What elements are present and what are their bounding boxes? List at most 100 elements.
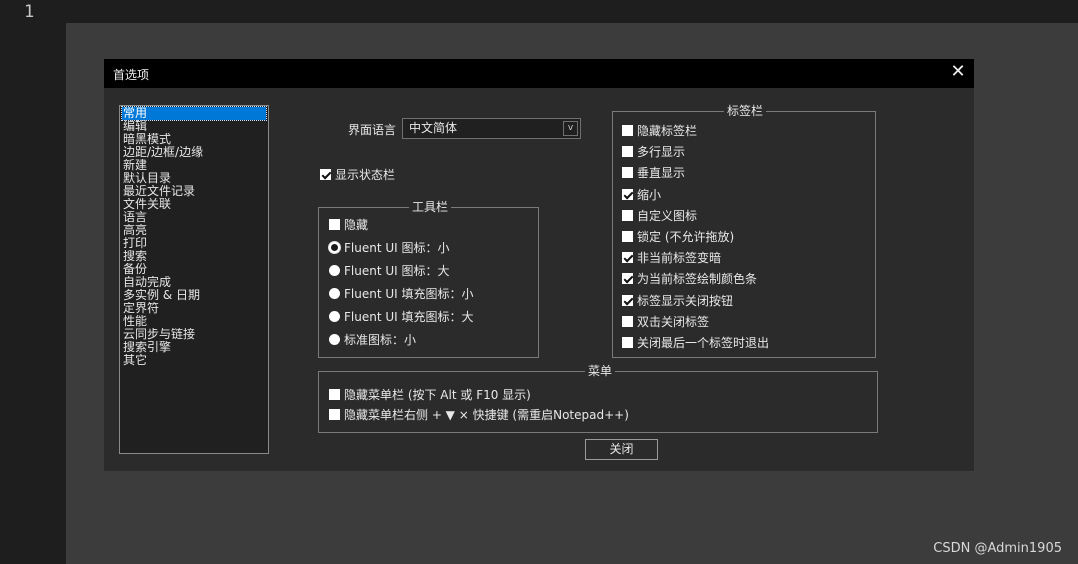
show-statusbar-label: 显示状态栏: [335, 168, 396, 182]
tabbar-option-checkbox[interactable]: 标签显示关闭按钮: [622, 292, 733, 309]
category-item[interactable]: 搜索引擎: [122, 341, 266, 354]
editor-tab-strip: [66, 0, 1078, 23]
checkbox-box[interactable]: [622, 231, 633, 242]
category-item[interactable]: 高亮: [122, 224, 266, 237]
category-item[interactable]: 新建: [122, 159, 266, 172]
close-icon[interactable]: ✕: [950, 63, 966, 82]
tabbar-option-checkbox[interactable]: 双击关闭标签: [622, 313, 709, 330]
toolbar-group-title: 工具栏: [409, 200, 452, 214]
tabbar-option-checkbox[interactable]: 垂直显示: [622, 164, 685, 181]
category-item[interactable]: 云同步与链接: [122, 328, 266, 341]
category-item[interactable]: 多实例 & 日期: [122, 289, 266, 302]
checkbox-box[interactable]: [622, 125, 633, 136]
tabbar-option-label: 垂直显示: [637, 166, 686, 181]
tabbar-option-checkbox[interactable]: 锁定 (不允许拖放): [622, 228, 734, 245]
close-button[interactable]: 关闭: [585, 439, 658, 460]
preferences-dialog: 首选项 ✕ 常用 编辑 暗黑模式 边距/边框/边缘 新建 默认目录 最近文件记录 文件关联 语言…: [104, 59, 974, 471]
menu-group: 菜单 隐藏菜单栏 (按下 Alt 或 F10 显示) 隐藏菜单栏右侧 + ▼ × …: [318, 364, 878, 433]
toolbar-icon-radio[interactable]: Fluent UI 图标：大: [329, 262, 450, 279]
checkbox-box[interactable]: [622, 188, 633, 200]
tabbar-option-label: 双击关闭标签: [637, 314, 710, 329]
category-list[interactable]: 常用 编辑 暗黑模式 边距/边框/边缘 新建 默认目录 最近文件记录 文件关联 语言 高亮 打印 搜索…: [119, 105, 269, 454]
tabbar-option-label: 标签显示关闭按钮: [637, 293, 734, 308]
checkbox-box[interactable]: [622, 167, 633, 179]
tabbar-option-label: 锁定 (不允许拖放): [637, 230, 735, 244]
tabbar-option-checkbox[interactable]: 自定义图标: [622, 207, 697, 224]
radio-button[interactable]: [329, 265, 340, 276]
tabbar-option-label: 关闭最后一个标签时退出: [637, 336, 770, 350]
watermark: CSDN @Admin1905: [933, 541, 1062, 556]
tabbar-option-label: 缩小: [637, 187, 662, 202]
tabbar-option-checkbox[interactable]: 隐藏标签栏: [622, 122, 697, 139]
show-statusbar-checkbox[interactable]: 显示状态栏: [320, 166, 395, 183]
toolbar-group: 工具栏 隐藏 Fluent UI 图标：小 Fluent UI 图标：大 Fluen…: [318, 200, 539, 358]
checkbox-box[interactable]: [622, 146, 633, 158]
category-item[interactable]: 定界符: [122, 302, 266, 315]
radio-button[interactable]: [329, 242, 340, 253]
line-number-gutter: 1: [0, 0, 66, 564]
checkbox-box[interactable]: [622, 209, 633, 221]
line-number: 1: [24, 2, 35, 22]
toolbar-icon-radio[interactable]: Fluent UI 填充图标：大: [329, 308, 474, 325]
category-item[interactable]: 打印: [122, 237, 266, 250]
menu-option-checkbox[interactable]: 隐藏菜单栏右侧 + ▼ × 快捷键 (需重启Notepad++): [329, 406, 629, 423]
category-item[interactable]: 自动完成: [122, 276, 266, 289]
toolbar-icon-radio[interactable]: Fluent UI 图标：小: [329, 239, 450, 256]
checkbox-box[interactable]: [622, 252, 633, 264]
category-item[interactable]: 语言: [122, 211, 266, 224]
tabbar-option-checkbox[interactable]: 为当前标签绘制颜色条: [622, 270, 757, 287]
radio-button[interactable]: [329, 311, 340, 322]
menu-option-label: 隐藏菜单栏右侧 + ▼ × 快捷键 (需重启Notepad++): [344, 408, 629, 422]
radio-button[interactable]: [329, 288, 340, 299]
checkbox-box[interactable]: [622, 315, 633, 327]
menu-group-title: 菜单: [585, 364, 616, 378]
category-item[interactable]: 常用: [121, 106, 267, 121]
checkbox-box[interactable]: [622, 294, 633, 306]
category-item[interactable]: 边距/边框/边缘: [122, 146, 266, 159]
tabbar-option-label: 为当前标签绘制颜色条: [637, 272, 758, 287]
tabbar-option-label: 非当前标签变暗: [637, 251, 722, 266]
toolbar-icon-radio-label: Fluent UI 填充图标：小: [344, 287, 474, 301]
menu-option-checkbox[interactable]: 隐藏菜单栏 (按下 Alt 或 F10 显示): [329, 386, 531, 403]
checkbox-box[interactable]: [329, 219, 340, 230]
toolbar-icon-radio-label: 标准图标：小: [344, 333, 417, 347]
menu-option-label: 隐藏菜单栏 (按下 Alt 或 F10 显示): [344, 388, 531, 402]
tabbar-group: 标签栏 隐藏标签栏多行显示垂直显示缩小自定义图标锁定 (不允许拖放) 非当前标签变…: [612, 104, 876, 358]
dialog-title: 首选项: [113, 68, 150, 82]
tabbar-option-label: 多行显示: [637, 145, 686, 160]
toolbar-hide-label: 隐藏: [344, 218, 369, 232]
checkbox-box[interactable]: [329, 389, 340, 400]
toolbar-hide-checkbox[interactable]: 隐藏: [329, 216, 368, 233]
category-item[interactable]: 其它: [122, 354, 266, 367]
category-item[interactable]: 暗黑模式: [122, 133, 266, 146]
checkbox-box[interactable]: [622, 273, 633, 285]
language-label: 界面语言: [348, 123, 397, 137]
tabbar-option-checkbox[interactable]: 关闭最后一个标签时退出: [622, 334, 769, 351]
checkbox-box[interactable]: [622, 337, 633, 348]
language-select[interactable]: 中文简体 v: [402, 118, 581, 139]
category-item[interactable]: 文件关联: [122, 198, 266, 211]
category-item[interactable]: 性能: [122, 315, 266, 328]
toolbar-icon-radio-label: Fluent UI 填充图标：大: [344, 310, 474, 324]
category-item[interactable]: 备份: [122, 263, 266, 276]
radio-button[interactable]: [329, 334, 340, 345]
checkbox-box[interactable]: [329, 409, 340, 420]
tabbar-option-checkbox[interactable]: 多行显示: [622, 143, 685, 160]
checkbox-box[interactable]: [320, 169, 331, 180]
tabbar-option-label: 自定义图标: [637, 208, 698, 223]
tabbar-option-checkbox[interactable]: 非当前标签变暗: [622, 249, 721, 266]
category-item[interactable]: 编辑: [122, 120, 266, 133]
language-select-value: 中文简体: [409, 121, 458, 135]
chevron-down-icon[interactable]: v: [563, 121, 578, 136]
dialog-titlebar: 首选项 ✕: [104, 59, 974, 88]
toolbar-icon-radio-label: Fluent UI 图标：大: [344, 264, 450, 278]
category-item[interactable]: 最近文件记录: [122, 185, 266, 198]
tabbar-option-label: 隐藏标签栏: [637, 124, 698, 138]
category-item[interactable]: 默认目录: [122, 172, 266, 185]
tabbar-option-checkbox[interactable]: 缩小: [622, 186, 661, 203]
toolbar-icon-radio[interactable]: 标准图标：小: [329, 331, 416, 348]
category-item[interactable]: 搜索: [122, 250, 266, 263]
toolbar-icon-radio[interactable]: Fluent UI 填充图标：小: [329, 285, 474, 302]
toolbar-icon-radio-label: Fluent UI 图标：小: [344, 241, 450, 255]
tabbar-group-title: 标签栏: [724, 104, 767, 118]
